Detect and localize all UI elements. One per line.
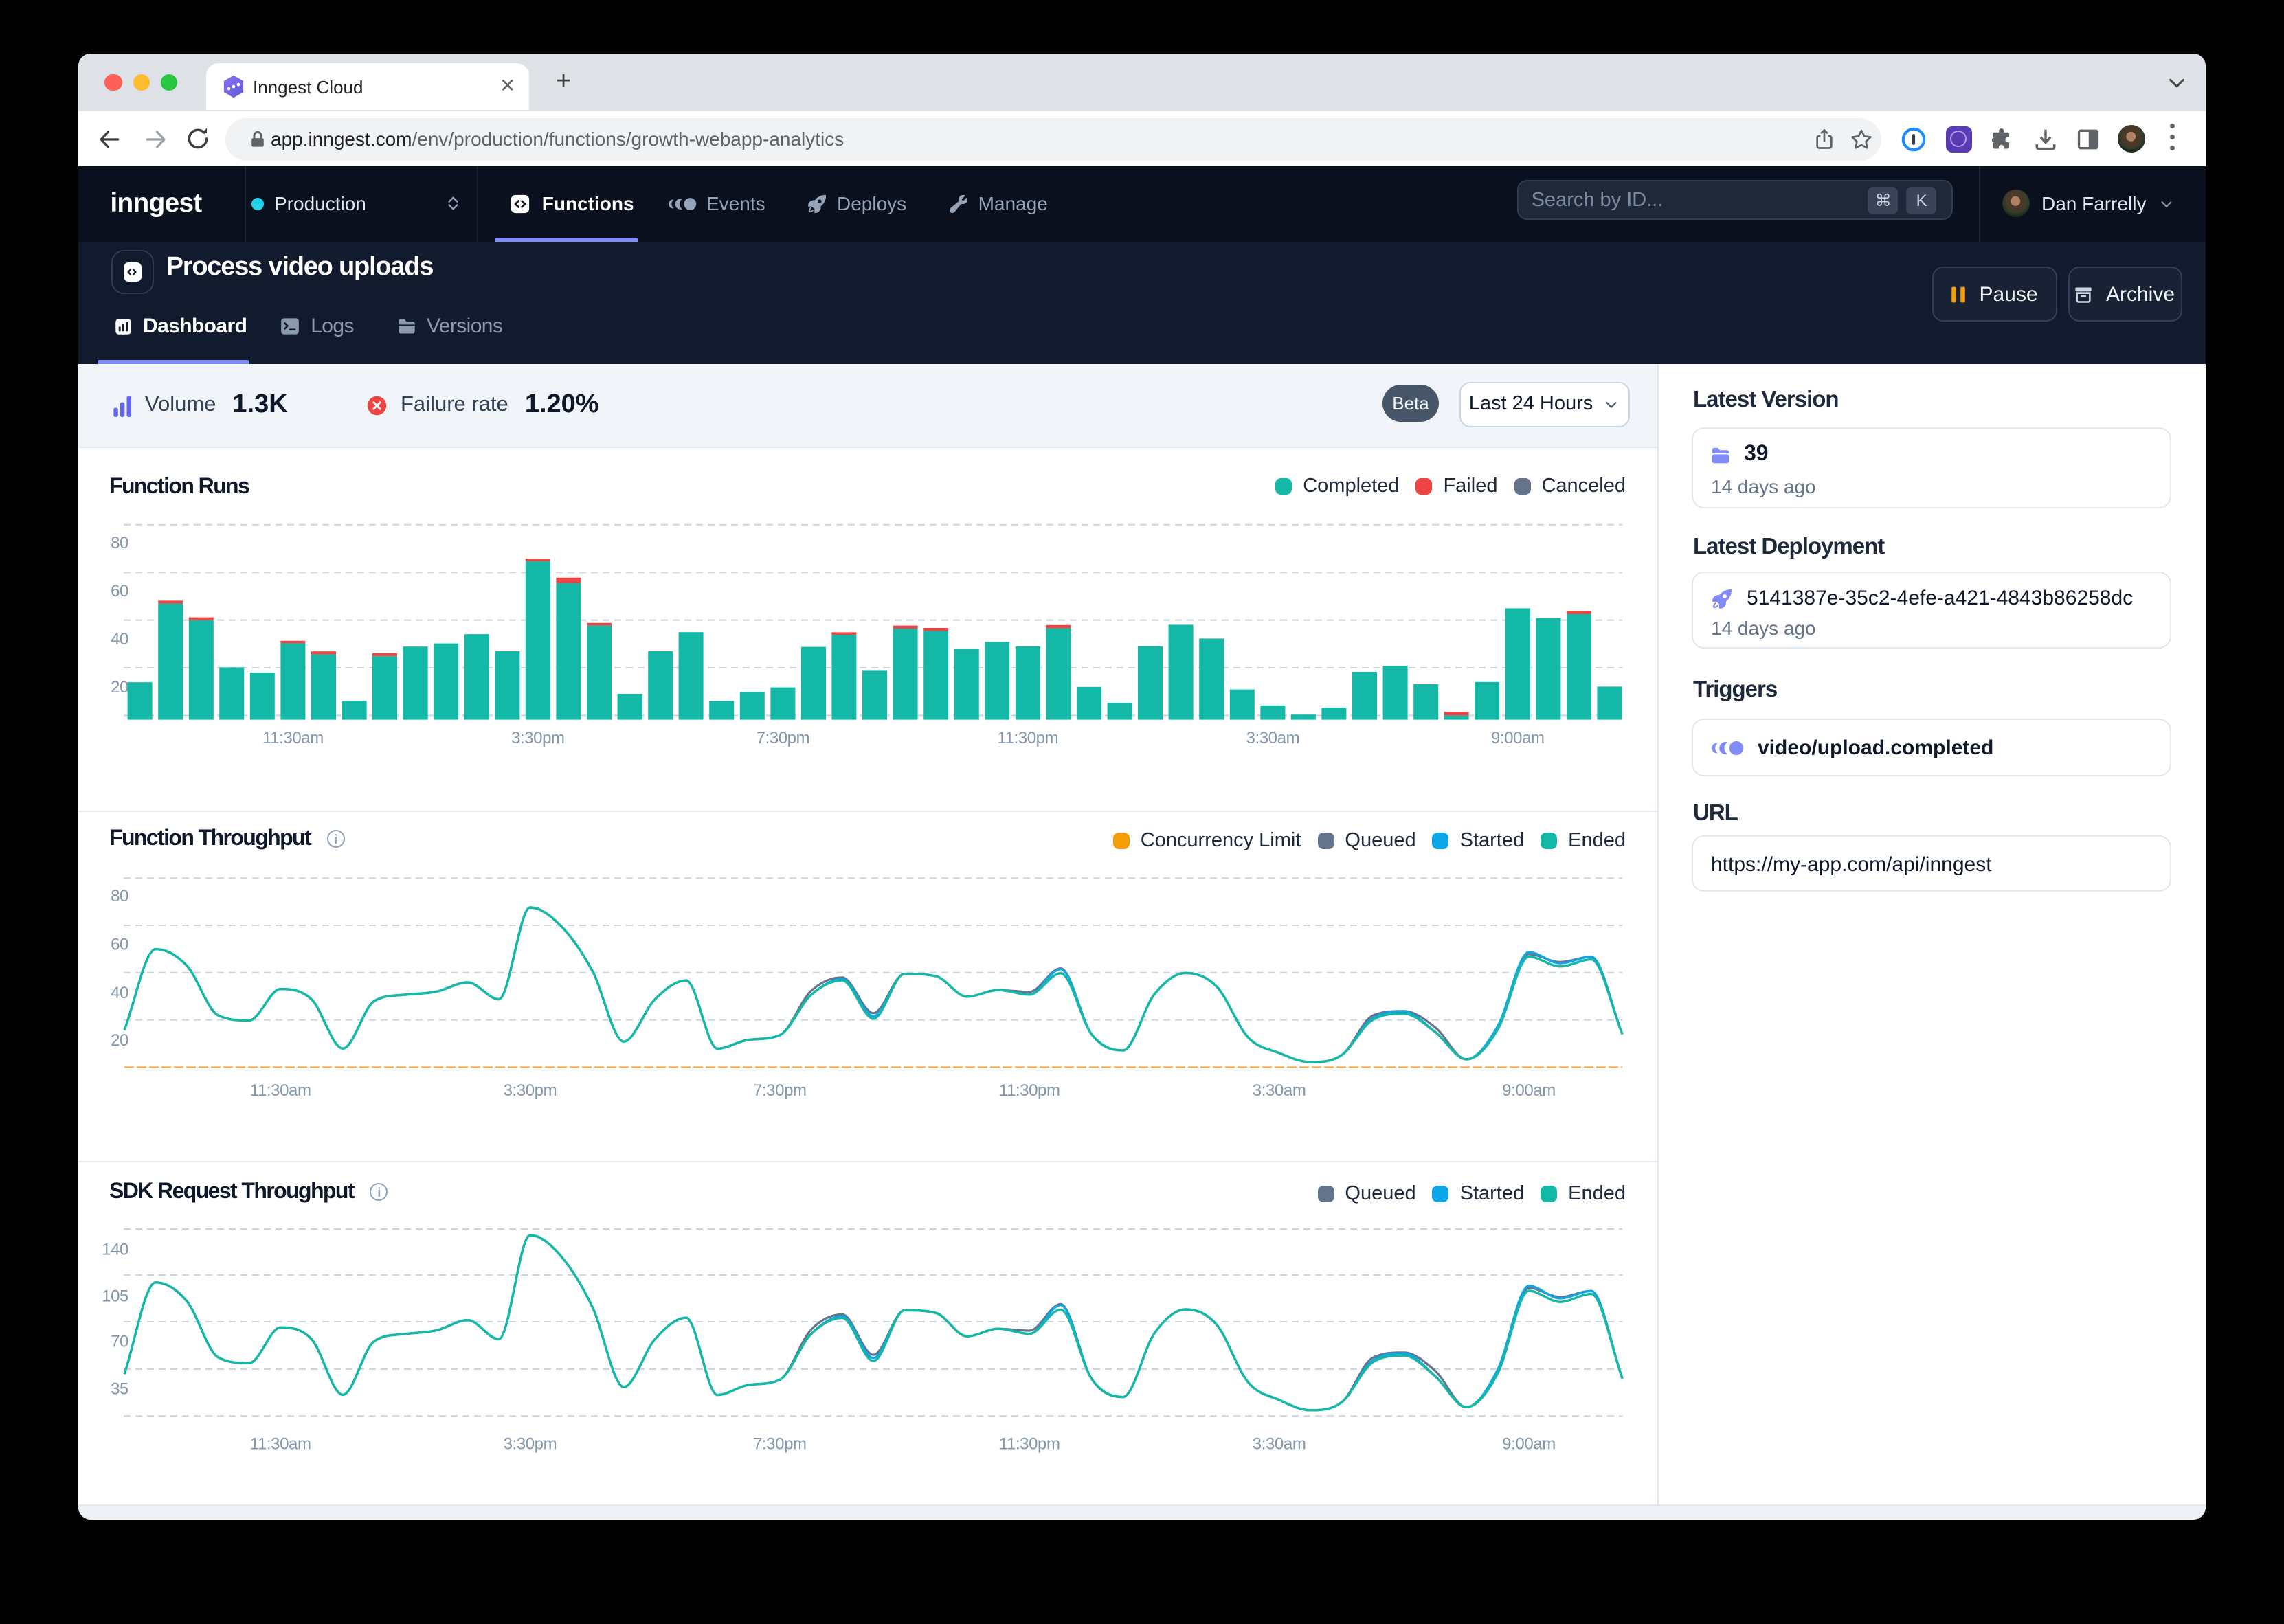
svg-text:140: 140 [101, 1240, 128, 1259]
svg-text:7:30pm: 7:30pm [752, 1081, 806, 1099]
svg-text:7:30pm: 7:30pm [752, 1434, 806, 1453]
svg-text:9:00am: 9:00am [1490, 728, 1544, 747]
svg-text:60: 60 [110, 935, 128, 954]
svg-text:9:00am: 9:00am [1501, 1434, 1555, 1453]
svg-text:80: 80 [110, 886, 128, 905]
svg-text:11:30pm: 11:30pm [996, 728, 1057, 747]
svg-text:3:30pm: 3:30pm [503, 1081, 557, 1099]
svg-text:40: 40 [110, 983, 128, 1002]
svg-text:60: 60 [110, 581, 128, 600]
svg-text:7:30pm: 7:30pm [756, 728, 809, 747]
svg-text:11:30am: 11:30am [249, 1434, 311, 1453]
svg-text:11:30am: 11:30am [262, 728, 323, 747]
svg-text:9:00am: 9:00am [1501, 1081, 1555, 1099]
svg-text:3:30pm: 3:30pm [511, 728, 564, 747]
svg-text:3:30pm: 3:30pm [503, 1434, 557, 1453]
svg-text:3:30am: 3:30am [1252, 1081, 1306, 1099]
svg-text:11:30pm: 11:30pm [998, 1434, 1060, 1453]
svg-text:40: 40 [110, 629, 128, 648]
svg-text:20: 20 [110, 677, 128, 696]
svg-text:3:30am: 3:30am [1252, 1434, 1306, 1453]
svg-text:80: 80 [110, 533, 128, 552]
svg-text:35: 35 [110, 1379, 128, 1398]
svg-text:105: 105 [101, 1287, 128, 1305]
svg-text:70: 70 [110, 1332, 128, 1351]
svg-text:20: 20 [110, 1030, 128, 1049]
svg-text:11:30am: 11:30am [249, 1081, 311, 1099]
svg-text:11:30pm: 11:30pm [998, 1081, 1060, 1099]
svg-text:3:30am: 3:30am [1246, 728, 1299, 747]
